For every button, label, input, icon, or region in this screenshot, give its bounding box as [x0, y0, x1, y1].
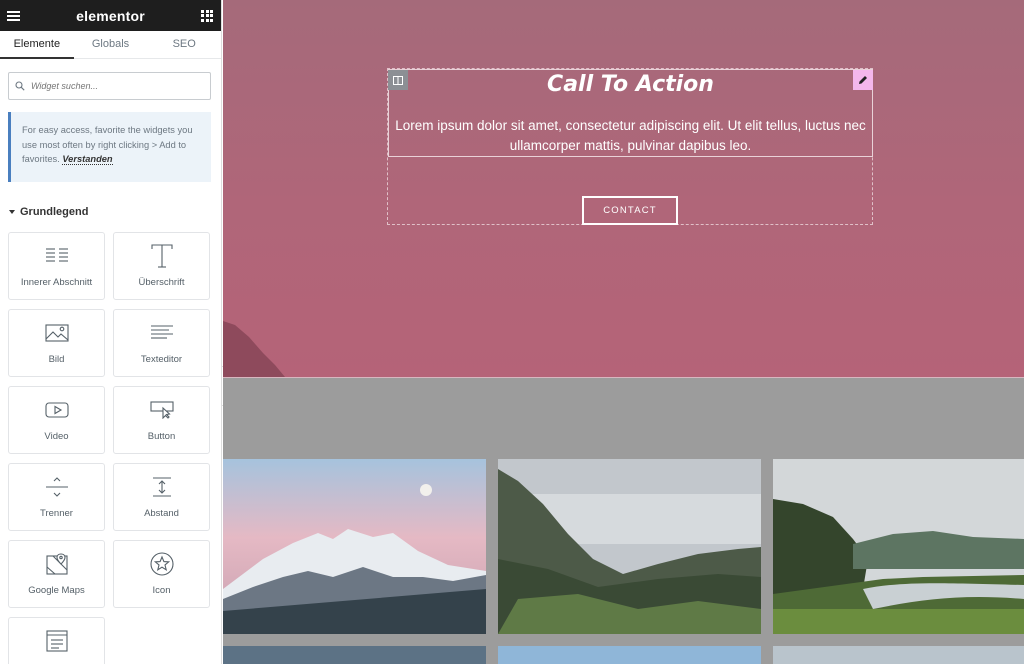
gallery-image[interactable]	[773, 459, 1024, 634]
category-label: Grundlegend	[20, 206, 89, 218]
star-icon	[149, 552, 174, 576]
cta-description: Lorem ipsum dolor sit amet, consectetur …	[389, 116, 872, 156]
widget-label: Abstand	[144, 508, 179, 519]
divider-icon	[45, 477, 68, 497]
widget-label: Google Maps	[28, 585, 85, 596]
widget-label: Video	[44, 431, 69, 442]
widget-label: Button	[147, 431, 176, 442]
widget-label: Bild	[48, 354, 65, 365]
editor-canvas: Call To Action Lorem ipsum dolor sit ame…	[223, 0, 1024, 664]
widget-image[interactable]: Bild	[8, 309, 105, 377]
widget-inner-section[interactable]: Innerer Abschnitt	[8, 232, 105, 300]
apps-grid-icon[interactable]	[201, 9, 213, 22]
widget-video[interactable]: Video	[8, 386, 105, 454]
panel-header: elementor	[0, 0, 221, 31]
cta-heading: Call To Action	[547, 72, 714, 97]
widget-button[interactable]: Button	[113, 386, 210, 454]
search-icon	[15, 81, 25, 91]
widget-label: Icon	[152, 585, 171, 596]
image-icon	[44, 324, 69, 342]
google-maps-icon	[45, 553, 68, 575]
gallery-image[interactable]	[773, 646, 1024, 664]
widget-label: Texteditor	[140, 354, 183, 365]
widget-text-editor[interactable]: Texteditor	[113, 309, 210, 377]
widget-icon[interactable]: Icon	[113, 540, 210, 608]
cta-text-line: ullamcorper mattis, pulvinar dapibus leo…	[509, 138, 752, 153]
widget-label: Überschrift	[138, 277, 185, 288]
tab-elemente[interactable]: Elemente	[0, 31, 74, 59]
widget-list[interactable]	[8, 617, 105, 664]
video-icon	[44, 402, 69, 418]
brand-logo: elementor	[76, 7, 145, 24]
widget-label: Innerer Abschnitt	[20, 277, 93, 288]
tab-seo[interactable]: SEO	[147, 31, 221, 58]
widget-google-maps[interactable]: Google Maps	[8, 540, 105, 608]
favorites-hint: For easy access, favorite the widgets yo…	[8, 112, 211, 182]
gallery-image[interactable]	[223, 646, 486, 664]
heading-icon	[150, 244, 173, 268]
contact-button[interactable]: CONTACT	[582, 196, 678, 225]
widget-label: Trenner	[40, 508, 73, 519]
category-header[interactable]: Grundlegend	[9, 206, 88, 218]
text-editor-icon	[150, 325, 173, 339]
gallery-image[interactable]	[498, 459, 761, 634]
cta-column[interactable]: Call To Action Lorem ipsum dolor sit ame…	[387, 68, 873, 225]
gallery-section	[223, 378, 1024, 664]
button-icon	[149, 401, 174, 419]
hint-dismiss-link[interactable]: Verstanden	[62, 154, 113, 165]
widget-spacer[interactable]: Abstand	[113, 463, 210, 531]
spacer-icon	[152, 477, 171, 497]
hamburger-menu-icon[interactable]	[7, 10, 20, 21]
widget-search	[8, 72, 211, 100]
gallery-image[interactable]	[498, 646, 761, 664]
inner-section-icon	[45, 248, 68, 262]
mountain-silhouette	[223, 321, 285, 377]
cta-text-line: Lorem ipsum dolor sit amet, consectetur …	[395, 118, 866, 133]
tab-globals[interactable]: Globals	[74, 31, 148, 58]
gallery-image[interactable]	[223, 459, 486, 634]
heading-widget-selected[interactable]: Call To Action Lorem ipsum dolor sit ame…	[388, 69, 873, 157]
caret-down-icon	[9, 210, 15, 214]
panel-tabs: Elemente Globals SEO	[0, 31, 221, 59]
widget-divider[interactable]: Trenner	[8, 463, 105, 531]
widget-heading[interactable]: Überschrift	[113, 232, 210, 300]
search-input[interactable]	[31, 81, 191, 91]
editor-panel: elementor Elemente Globals SEO For easy …	[0, 0, 222, 664]
hero-section[interactable]: Call To Action Lorem ipsum dolor sit ame…	[223, 0, 1024, 378]
list-icon	[45, 630, 68, 652]
